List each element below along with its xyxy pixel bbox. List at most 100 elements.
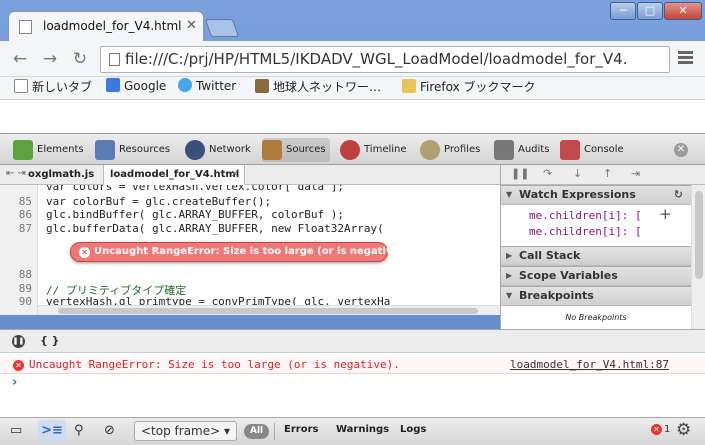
step-over-icon[interactable]: ↷	[543, 167, 552, 180]
scroll-thumb[interactable]	[695, 191, 703, 279]
maximize-button[interactable]: □	[637, 2, 663, 20]
debugger-sidebar: ❚❚ ↷ ↓ ↑ ⇥ ▼ Watch Expressions ↻ me.childr…	[500, 165, 705, 329]
step-out-icon[interactable]: ↑	[603, 167, 612, 180]
pane-call-stack[interactable]: ▶ Call Stack	[501, 246, 691, 266]
devtools-close-icon[interactable]: ✕	[674, 143, 688, 157]
tab-console[interactable]: Console	[560, 138, 624, 162]
horizontal-scrollbar[interactable]	[38, 305, 500, 315]
forward-arrow-icon[interactable]: →	[40, 49, 60, 69]
pane-watch-expressions[interactable]: ▼ Watch Expressions ↻	[501, 185, 691, 205]
tab-sources[interactable]: Sources	[262, 138, 330, 162]
code-line-partial: var colors = vertexHash.vertex.color[ da…	[46, 185, 345, 193]
source-file-tabs: ⇤ ⇥ oxglmath.js loadmodel_for_V4.html ✕	[0, 165, 500, 185]
show-console-icon[interactable]: >≡	[38, 420, 66, 442]
error-source-link[interactable]: loadmodel_for_V4.html:87	[510, 358, 669, 371]
file-tab-oxglmath[interactable]: oxglmath.js	[28, 165, 94, 185]
tab-close-icon[interactable]: ✕	[186, 18, 197, 33]
error-bubble-text: Uncaught RangeError: Size is too large (…	[94, 246, 408, 257]
error-icon: ✕	[651, 424, 662, 435]
file-tab-close-icon[interactable]: ✕	[231, 165, 239, 185]
menu-icon[interactable]	[678, 51, 693, 66]
console-panel[interactable]: ✕ Uncaught RangeError: Size is too large…	[0, 353, 705, 417]
clear-console-icon[interactable]: ⊘	[104, 423, 115, 438]
tab-network[interactable]: Network	[185, 138, 251, 162]
frame-selector[interactable]: <top frame> ▾	[134, 421, 238, 441]
bookmark-site[interactable]: 地球人ネットワー…	[255, 78, 381, 95]
error-icon: ✕	[13, 360, 24, 371]
elements-icon	[13, 140, 33, 160]
error-bubble: ✕ Uncaught RangeError: Size is too large…	[70, 242, 408, 262]
browser-tab[interactable]: loadmodel_for_V4.html ✕	[8, 11, 204, 41]
devtools-toolbar: Elements Resources Network Sources Timel…	[0, 133, 705, 165]
line-number[interactable]: 89	[0, 282, 32, 295]
drawer-toolbar: ❚❚ { }	[0, 329, 705, 353]
error-count-badge[interactable]: ✕ 1	[651, 424, 670, 435]
gear-icon[interactable]: ⚙	[676, 420, 691, 440]
vertical-scrollbar[interactable]	[691, 185, 705, 329]
file-tab-loadmodel[interactable]: loadmodel_for_V4.html ✕	[103, 165, 245, 185]
console-prompt[interactable]: ›	[12, 375, 17, 390]
network-icon	[185, 140, 205, 160]
resources-icon	[95, 140, 115, 160]
filter-warnings-button[interactable]: Warnings	[336, 424, 389, 435]
error-icon: ✕	[79, 247, 90, 258]
tab-title: loadmodel_for_V4.html	[43, 19, 182, 33]
devtools-status-bar: ▭ >≡ ⚲ ⊘ <top frame> ▾ All Errors Warnin…	[0, 417, 705, 445]
page-icon	[19, 20, 32, 34]
bookmark-twitter[interactable]: Twitter	[178, 78, 236, 93]
address-bar[interactable]: file:///C:/prj/HP/HTML5/IKDADV_WGL_LoadM…	[100, 46, 670, 73]
line-number[interactable]: 85	[0, 195, 32, 208]
line-number[interactable]: 87	[0, 222, 32, 235]
navigator-toggle-icon[interactable]: ⇤ ⇥	[6, 168, 26, 179]
step-into-icon[interactable]: ↓	[573, 167, 582, 180]
page-content	[0, 99, 705, 133]
line-number[interactable]: 86	[0, 208, 32, 221]
url-text: file:///C:/prj/HP/HTML5/IKDADV_WGL_LoadM…	[125, 50, 628, 68]
code-line: glc.bindBuffer( glc.ARRAY_BUFFER, colorB…	[46, 208, 345, 221]
line-number[interactable]: 88	[0, 268, 32, 281]
site-icon	[255, 79, 269, 93]
bookmark-folder-firefox[interactable]: Firefox ブックマーク	[402, 78, 536, 95]
watch-item[interactable]: me.children[i]: [	[529, 209, 642, 222]
tab-timeline[interactable]: Timeline	[340, 138, 407, 162]
close-window-button[interactable]: ✕	[664, 2, 702, 20]
tab-elements[interactable]: Elements	[13, 138, 84, 162]
scroll-thumb[interactable]	[58, 308, 478, 314]
code-editor[interactable]: var colors = vertexHash.vertex.color[ da…	[0, 185, 500, 315]
code-line: var colorBuf = glc.createBuffer();	[46, 195, 272, 208]
tab-profiles[interactable]: Profiles	[420, 138, 480, 162]
console-icon	[560, 140, 580, 160]
console-error-message: ✕ Uncaught RangeError: Size is too large…	[0, 357, 705, 374]
pretty-print-button[interactable]: { }	[40, 334, 60, 347]
search-icon[interactable]: ⚲	[74, 423, 84, 438]
pause-icon[interactable]: ❚❚	[511, 167, 529, 180]
watch-item[interactable]: me.children[i]: [	[529, 225, 642, 238]
minimize-button[interactable]: ─	[610, 2, 636, 20]
no-breakpoints-label: No Breakpoints	[565, 313, 627, 322]
refresh-icon[interactable]: ↻	[674, 186, 683, 204]
filter-logs-button[interactable]: Logs	[400, 424, 426, 435]
bookmark-google[interactable]: Google	[106, 78, 166, 93]
add-watch-icon[interactable]: +	[659, 205, 672, 223]
sources-icon	[262, 140, 282, 160]
browser-toolbar: ← → ↻ file:///C:/prj/HP/HTML5/IKDADV_WGL…	[0, 41, 705, 77]
console-error-text: Uncaught RangeError: Size is too large (…	[29, 358, 400, 371]
google-icon	[106, 78, 120, 92]
filter-all-button[interactable]: All	[244, 424, 270, 439]
bookmarks-bar: 新しいタブ Google Twitter 地球人ネットワー… Firefox ブ…	[0, 77, 705, 99]
collapse-icon: ▶	[506, 271, 513, 280]
filter-errors-button[interactable]: Errors	[284, 424, 318, 435]
tab-resources[interactable]: Resources	[95, 138, 170, 162]
pane-scope-variables[interactable]: ▶ Scope Variables	[501, 266, 691, 286]
pause-on-exceptions-icon[interactable]: ❚❚	[12, 335, 25, 348]
pane-breakpoints[interactable]: ▼ Breakpoints	[501, 286, 691, 306]
dock-icon[interactable]: ▭	[10, 423, 22, 438]
bookmark-new-tab[interactable]: 新しいタブ	[14, 78, 92, 95]
tab-audits[interactable]: Audits	[494, 138, 549, 162]
line-number[interactable]: 90	[0, 295, 32, 308]
back-arrow-icon[interactable]: ←	[10, 49, 30, 69]
deactivate-breakpoints-icon[interactable]: ⇥	[631, 167, 640, 180]
collapse-icon: ▶	[506, 251, 513, 260]
expand-icon: ▼	[506, 190, 513, 199]
reload-icon[interactable]: ↻	[70, 49, 90, 69]
